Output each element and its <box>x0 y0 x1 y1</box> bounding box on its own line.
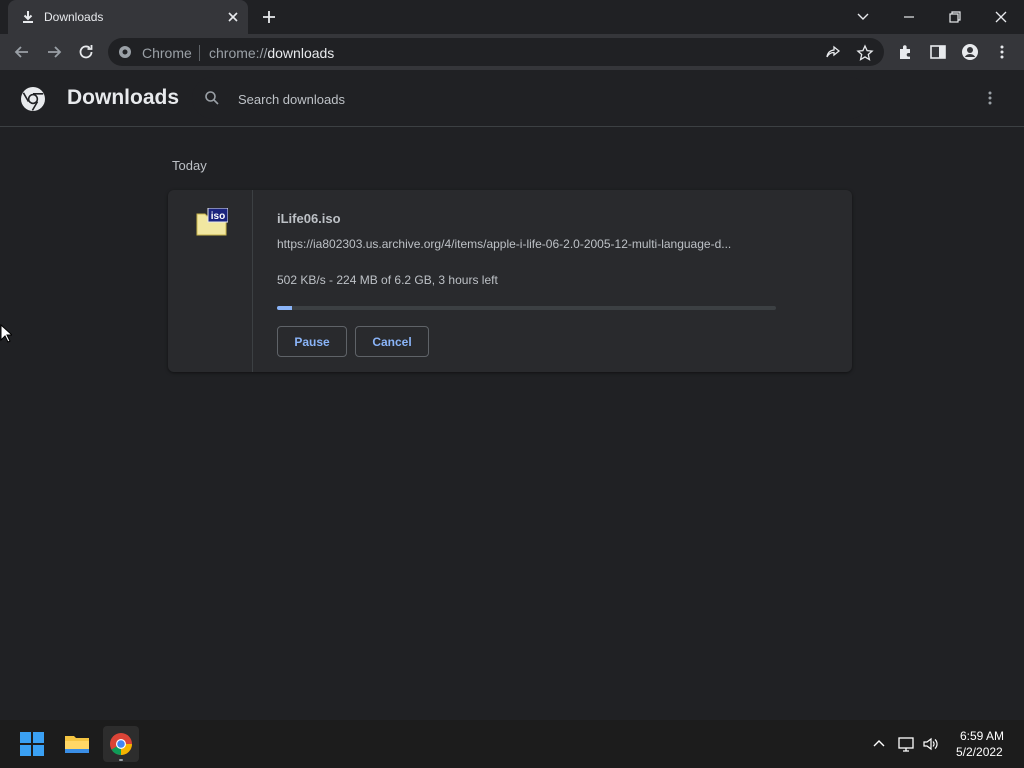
download-item-card <box>168 190 852 372</box>
show-hidden-icons-icon[interactable] <box>870 735 888 753</box>
iso-file-icon: iso <box>196 208 228 236</box>
download-filename[interactable]: iLife06.iso <box>277 211 341 226</box>
share-icon[interactable] <box>824 44 842 62</box>
clock-date[interactable]: 5/2/2022 <box>956 745 1003 759</box>
tab-downloads[interactable]: Downloads <box>8 0 248 34</box>
new-tab-button[interactable] <box>258 6 280 28</box>
back-button[interactable] <box>11 41 33 63</box>
mouse-cursor-icon <box>0 324 12 343</box>
download-status-text: 502 KB/s - 224 MB of 6.2 GB, 3 hours lef… <box>277 273 498 287</box>
url-prefix: chrome:// <box>209 45 268 61</box>
url-text: chrome://downloads <box>209 45 334 61</box>
cancel-button[interactable]: Cancel <box>355 326 429 357</box>
network-icon[interactable] <box>897 735 915 753</box>
reload-button[interactable] <box>75 41 97 63</box>
forward-button[interactable] <box>43 41 65 63</box>
profile-icon[interactable] <box>961 43 979 61</box>
clock-time[interactable]: 6:59 AM <box>960 729 1004 743</box>
close-tab-icon[interactable] <box>224 8 242 26</box>
tab-search-chevron-icon[interactable] <box>850 4 876 30</box>
page-title: Downloads <box>67 86 180 109</box>
bookmark-star-icon[interactable] <box>856 44 874 62</box>
extensions-icon[interactable] <box>897 43 915 61</box>
date-section-label: Today <box>172 158 207 173</box>
download-source-url[interactable]: https://ia802303.us.archive.org/4/items/… <box>277 237 777 251</box>
chrome-site-icon <box>119 46 131 58</box>
restore-button[interactable] <box>942 4 968 30</box>
download-progress-bar <box>277 306 776 310</box>
start-icon[interactable] <box>14 726 50 762</box>
iso-badge-text: iso <box>211 211 225 222</box>
search-icon <box>205 91 219 105</box>
site-scheme-label: Chrome <box>142 45 192 61</box>
url-path: downloads <box>267 45 335 61</box>
card-divider <box>252 190 253 372</box>
download-icon <box>23 11 33 23</box>
chrome-icon[interactable] <box>103 726 139 762</box>
search-downloads-field[interactable] <box>192 77 870 119</box>
omnibox-separator <box>199 45 200 61</box>
tab-title: Downloads <box>44 10 104 24</box>
side-panel-icon[interactable] <box>929 43 947 61</box>
file-explorer-icon[interactable] <box>59 726 95 762</box>
search-input[interactable] <box>236 88 840 110</box>
download-progress-fill <box>277 306 292 310</box>
browser-menu-icon[interactable] <box>993 43 1011 61</box>
address-bar[interactable]: Chrome chrome://downloads <box>108 38 884 66</box>
more-actions-icon[interactable] <box>980 88 1000 108</box>
minimize-button[interactable] <box>896 4 922 30</box>
volume-icon[interactable] <box>922 735 940 753</box>
pause-button[interactable]: Pause <box>277 326 347 357</box>
close-window-button[interactable] <box>988 4 1014 30</box>
chrome-logo-icon <box>21 87 45 111</box>
